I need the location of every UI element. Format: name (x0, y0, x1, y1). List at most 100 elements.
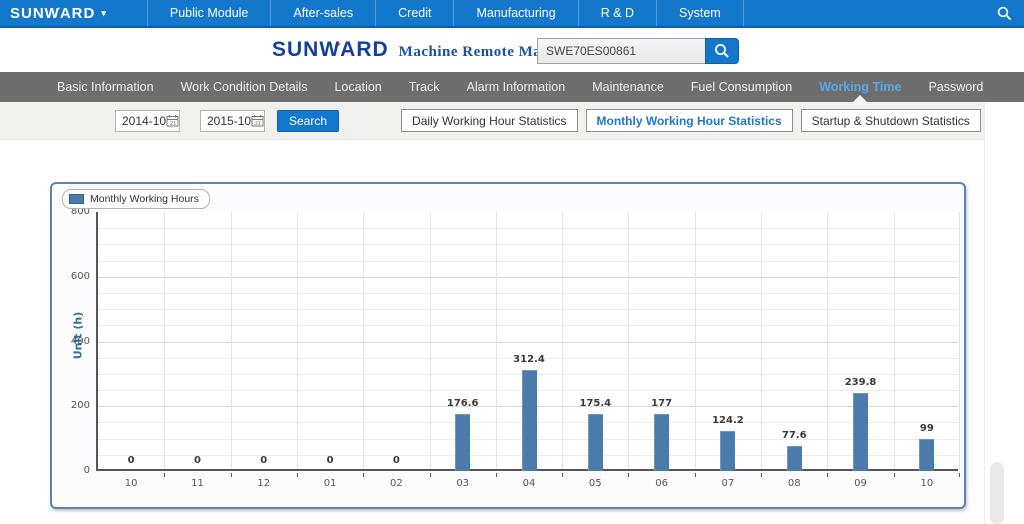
topbar-menu-item[interactable]: After-sales (271, 0, 376, 26)
machine-search-input[interactable] (537, 38, 705, 64)
nav-tab[interactable]: Maintenance (592, 72, 664, 102)
bar-value-label: 0 (128, 455, 135, 466)
bar-value-label: 239.8 (845, 377, 877, 388)
x-tick-label: 10 (125, 478, 138, 489)
x-tick-label: 12 (257, 478, 270, 489)
topbar-logo-text: SUNW´ARD (10, 5, 95, 22)
gridline (430, 212, 431, 469)
bar[interactable] (853, 393, 868, 471)
gridline (827, 212, 828, 469)
topbar-menu-item[interactable]: System (657, 0, 744, 26)
x-axis-tick (628, 473, 629, 477)
x-tick-label: 01 (324, 478, 337, 489)
legend-swatch (69, 194, 84, 204)
x-axis-tick (827, 473, 828, 477)
topbar-menu-item[interactable]: Credit (376, 0, 454, 26)
bar-value-label: 177 (651, 398, 672, 409)
x-tick-label: 03 (456, 478, 469, 489)
top-menu-bar: SUNW´ARD ▾ Public ModuleAfter-salesCredi… (0, 0, 1024, 28)
view-button[interactable]: Startup & Shutdown Statistics (801, 109, 981, 132)
bar[interactable] (720, 431, 735, 471)
nav-tab[interactable]: Password (928, 72, 983, 102)
bar-value-label: 175.4 (579, 398, 611, 409)
bar[interactable] (654, 414, 669, 471)
gridline (695, 212, 696, 469)
section-nav: Basic Information Work Condition Details L… (0, 72, 1024, 102)
bar[interactable] (787, 446, 802, 471)
x-tick-label: 10 (920, 478, 933, 489)
bar-value-label: 0 (260, 455, 267, 466)
filter-bar: 21 21 Search Daily Working Hour Statisti… (0, 102, 984, 140)
y-tick-label: 0 (52, 465, 90, 476)
y-tick-label: 400 (52, 336, 90, 347)
gridline (363, 212, 364, 469)
bar[interactable] (455, 414, 470, 471)
nav-tab[interactable]: Working Time (819, 72, 901, 102)
topbar-menu-item[interactable]: Public Module (147, 0, 272, 26)
nav-tab[interactable]: Track (409, 72, 440, 102)
x-tick-label: 08 (788, 478, 801, 489)
bar-value-label: 0 (327, 455, 334, 466)
x-tick-label: 05 (589, 478, 602, 489)
machine-search (537, 38, 739, 64)
bar[interactable] (522, 370, 537, 471)
bar-value-label: 176.6 (447, 398, 479, 409)
gridline (297, 212, 298, 469)
chevron-down-icon: ▾ (101, 8, 107, 19)
x-axis-tick (496, 473, 497, 477)
y-tick-label: 600 (52, 271, 90, 282)
topbar-logo[interactable]: SUNW´ARD ▾ (10, 5, 107, 22)
gridline (98, 244, 958, 245)
statistics-view-buttons: Daily Working Hour Statistics Monthly Wor… (401, 109, 989, 132)
scrollbar[interactable] (990, 462, 1004, 524)
content-edge-divider (984, 102, 985, 524)
gridline (98, 342, 958, 343)
gridline (496, 212, 497, 469)
bar-value-label: 99 (920, 423, 934, 434)
machine-search-button[interactable] (705, 38, 739, 64)
brand-logo: SUNW´ARD (272, 38, 389, 62)
x-tick-label: 02 (390, 478, 403, 489)
bar-chart-plot: 020040060080010011012001002003176.604312… (96, 212, 958, 471)
view-button[interactable]: Monthly Working Hour Statistics (586, 109, 793, 132)
topbar-menu-item[interactable]: R & D (579, 0, 657, 26)
nav-tab[interactable]: Fuel Consumption (691, 72, 792, 102)
x-tick-label: 07 (722, 478, 735, 489)
bar-value-label: 77.6 (782, 430, 807, 441)
x-tick-label: 04 (523, 478, 536, 489)
date-to-field: 21 (200, 110, 265, 132)
calendar-icon[interactable]: 21 (166, 114, 179, 127)
search-button[interactable]: Search (277, 110, 339, 132)
x-axis-tick (695, 473, 696, 477)
x-axis-tick (363, 473, 364, 477)
nav-tab[interactable]: Alarm Information (467, 72, 566, 102)
date-from-input[interactable] (116, 114, 166, 128)
x-axis-tick (959, 473, 960, 477)
gridline (562, 212, 563, 469)
x-tick-label: 11 (191, 478, 204, 489)
topbar-search-icon[interactable] (997, 6, 1012, 21)
topbar-menu-item[interactable]: Manufacturing (454, 0, 578, 26)
date-to-input[interactable] (201, 114, 251, 128)
gridline (231, 212, 232, 469)
page-header: SUNW´ARD Machine Remote Manage System (0, 30, 1024, 72)
nav-tab[interactable]: Location (334, 72, 381, 102)
bar[interactable] (919, 439, 934, 471)
gridline (98, 261, 958, 262)
legend-label: Monthly Working Hours (90, 193, 199, 205)
bar[interactable] (588, 414, 603, 471)
gridline (98, 277, 958, 278)
nav-tab[interactable]: Work Condition Details (181, 72, 308, 102)
bar-value-label: 0 (194, 455, 201, 466)
x-axis-tick (761, 473, 762, 477)
topbar-menu: Public ModuleAfter-salesCreditManufactur… (147, 0, 744, 26)
nav-tab[interactable]: Basic Information (57, 72, 154, 102)
gridline (164, 212, 165, 469)
view-button[interactable]: Daily Working Hour Statistics (401, 109, 578, 132)
y-tick-label: 200 (52, 400, 90, 411)
gridline (98, 228, 958, 229)
calendar-icon[interactable]: 21 (251, 114, 264, 127)
gridline (98, 309, 958, 310)
gridline (894, 212, 895, 469)
date-from-field: 21 (115, 110, 180, 132)
